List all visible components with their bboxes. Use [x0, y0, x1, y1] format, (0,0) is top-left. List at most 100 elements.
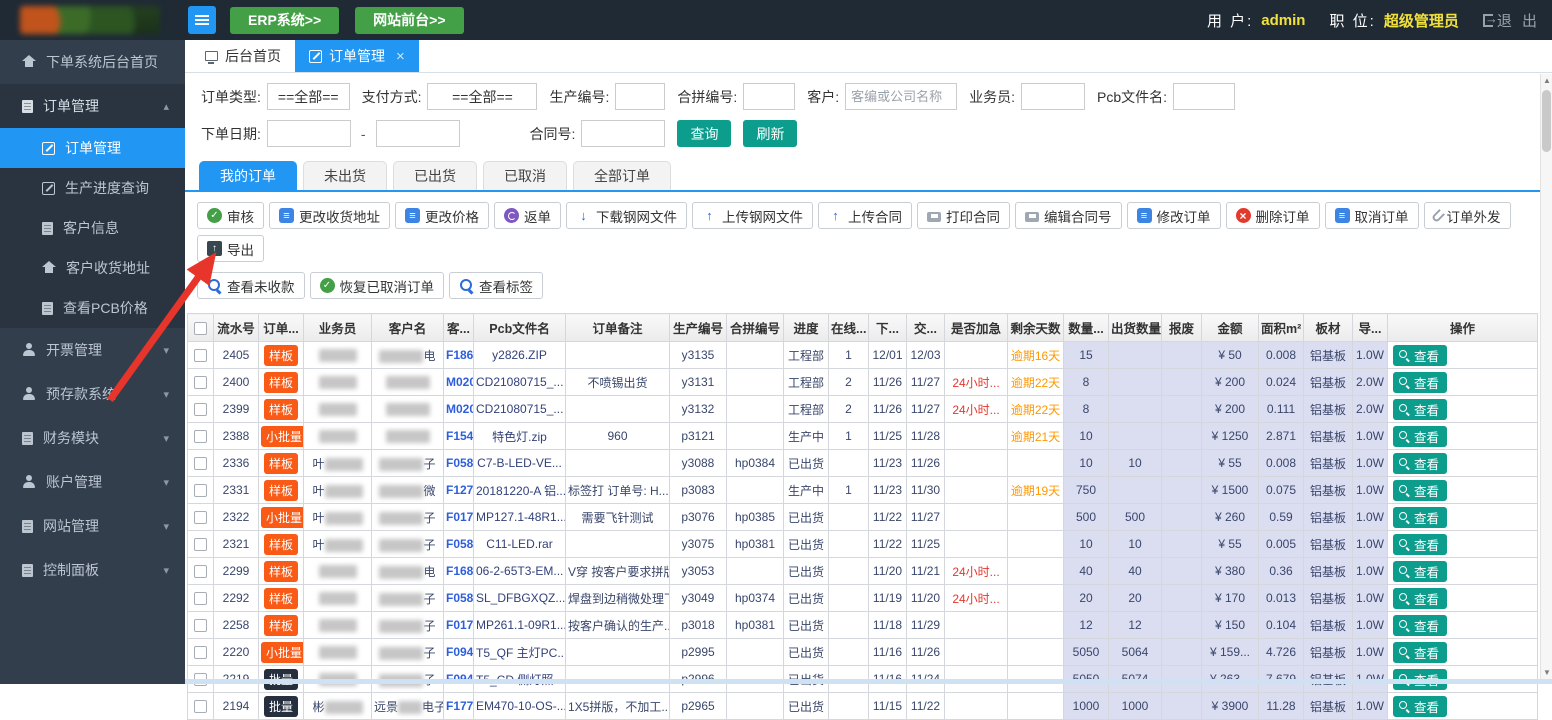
scroll-up-icon[interactable]: ▲ [1541, 74, 1552, 87]
sidebar-item-开票管理[interactable]: 开票管理▾ [0, 328, 185, 372]
scroll-down-icon[interactable]: ▼ [1541, 666, 1552, 679]
site-front-button[interactable]: 网站前台>> [355, 7, 463, 34]
customer-code-link[interactable]: F154 [446, 429, 473, 443]
search-button[interactable]: 查询 [677, 120, 731, 147]
menu-toggle-button[interactable] [188, 6, 216, 34]
toolbar-button-打印合同[interactable]: 打印合同 [917, 202, 1010, 229]
view-button[interactable]: 查看 [1393, 642, 1447, 663]
toolbar-button-下载钢网文件[interactable]: 下载钢网文件 [566, 202, 687, 229]
order-tab-未出货[interactable]: 未出货 [303, 161, 387, 190]
merge-no-input[interactable] [743, 83, 795, 110]
tab-close-icon[interactable]: × [396, 48, 405, 65]
toolbar-button-查看标签[interactable]: 查看标签 [449, 272, 543, 299]
sidebar-item-预存款系统[interactable]: 预存款系统▾ [0, 372, 185, 416]
customer-code-link[interactable]: M020 [446, 402, 474, 416]
view-button[interactable]: 查看 [1393, 372, 1447, 393]
vertical-scrollbar[interactable]: ▲ ▼ [1540, 74, 1552, 679]
order-tab-已出货[interactable]: 已出货 [393, 161, 477, 190]
row-checkbox[interactable] [194, 592, 207, 605]
toolbar-button-恢复已取消订单[interactable]: 恢复已取消订单 [310, 272, 445, 299]
toolbar-button-取消订单[interactable]: 取消订单 [1325, 202, 1419, 229]
row-checkbox[interactable] [194, 430, 207, 443]
pay-method-select[interactable]: ==全部== [427, 83, 537, 110]
prod-no-input[interactable] [615, 83, 665, 110]
row-checkbox[interactable] [194, 457, 207, 470]
sidebar-item-账户管理[interactable]: 账户管理▾ [0, 460, 185, 504]
toolbar-button-审核[interactable]: 审核 [197, 202, 264, 229]
order-remark-cell [566, 531, 670, 558]
header-checkbox[interactable] [194, 322, 207, 335]
horizontal-scrollbar[interactable] [185, 679, 1552, 684]
customer-input[interactable] [845, 83, 957, 110]
sidebar-item-财务模块[interactable]: 财务模块▾ [0, 416, 185, 460]
row-checkbox[interactable] [194, 700, 207, 713]
salesman-input[interactable] [1021, 83, 1085, 110]
view-button[interactable]: 查看 [1393, 588, 1447, 609]
toolbar-button-查看未收款[interactable]: 查看未收款 [197, 272, 305, 299]
view-button[interactable]: 查看 [1393, 345, 1447, 366]
customer-code-link[interactable]: F177 [446, 699, 473, 713]
view-button[interactable]: 查看 [1393, 696, 1447, 717]
erp-system-button[interactable]: ERP系统>> [230, 7, 339, 34]
tab-order-management[interactable]: 订单管理 × [295, 40, 419, 72]
row-checkbox[interactable] [194, 511, 207, 524]
row-checkbox[interactable] [194, 565, 207, 578]
row-checkbox[interactable] [194, 646, 207, 659]
order-date-from-input[interactable] [267, 120, 351, 147]
row-checkbox[interactable] [194, 376, 207, 389]
order-tab-已取消[interactable]: 已取消 [483, 161, 567, 190]
order-tab-我的订单[interactable]: 我的订单 [199, 161, 297, 190]
sidebar-subitem-订单管理[interactable]: 订单管理 [0, 128, 185, 168]
view-button[interactable]: 查看 [1393, 615, 1447, 636]
view-button[interactable]: 查看 [1393, 561, 1447, 582]
row-checkbox[interactable] [194, 484, 207, 497]
customer-code-link[interactable]: F127 [446, 483, 473, 497]
view-button[interactable]: 查看 [1393, 480, 1447, 501]
customer-code-link[interactable]: F186 [446, 348, 473, 362]
tab-backend-home[interactable]: 后台首页 [191, 40, 295, 72]
scrollbar-thumb[interactable] [1542, 90, 1551, 152]
sidebar-subitem-客户信息[interactable]: 客户信息 [0, 208, 185, 248]
order-tab-全部订单[interactable]: 全部订单 [573, 161, 671, 190]
customer-code-link[interactable]: F094 [446, 645, 473, 659]
toolbar-button-修改订单[interactable]: 修改订单 [1127, 202, 1221, 229]
customer-code-link[interactable]: F058 [446, 537, 473, 551]
customer-code-link[interactable]: M020 [446, 375, 474, 389]
customer-code-link[interactable]: F168 [446, 564, 473, 578]
sidebar-item-网站管理[interactable]: 网站管理▾ [0, 504, 185, 548]
view-button[interactable]: 查看 [1393, 426, 1447, 447]
toolbar-button-更改价格[interactable]: 更改价格 [395, 202, 489, 229]
view-button[interactable]: 查看 [1393, 399, 1447, 420]
row-checkbox[interactable] [194, 619, 207, 632]
order-type-select[interactable]: ==全部== [267, 83, 350, 110]
toolbar-button-删除订单[interactable]: 删除订单 [1226, 202, 1320, 229]
sidebar-subitem-客户收货地址[interactable]: 客户收货地址 [0, 248, 185, 288]
view-button[interactable]: 查看 [1393, 453, 1447, 474]
sidebar-item-控制面板[interactable]: 控制面板▾ [0, 548, 185, 592]
toolbar-button-订单外发[interactable]: 订单外发 [1424, 202, 1511, 229]
row-checkbox[interactable] [194, 403, 207, 416]
toolbar-button-更改收货地址[interactable]: 更改收货地址 [269, 202, 390, 229]
sidebar-item-订单管理[interactable]: 订单管理▴ [0, 84, 185, 128]
customer-code-link[interactable]: F058 [446, 456, 473, 470]
contract-no-input[interactable] [581, 120, 665, 147]
refresh-button[interactable]: 刷新 [743, 120, 797, 147]
toolbar-button-上传合同[interactable]: 上传合同 [818, 202, 912, 229]
toolbar-button-上传钢网文件[interactable]: 上传钢网文件 [692, 202, 813, 229]
toolbar-button-导出[interactable]: 导出 [197, 235, 264, 262]
view-button[interactable]: 查看 [1393, 534, 1447, 555]
sidebar-subitem-生产进度查询[interactable]: 生产进度查询 [0, 168, 185, 208]
row-checkbox[interactable] [194, 349, 207, 362]
toolbar-button-返单[interactable]: 返单 [494, 202, 561, 229]
order-date-to-input[interactable] [376, 120, 460, 147]
toolbar-button-编辑合同号[interactable]: 编辑合同号 [1015, 202, 1122, 229]
row-checkbox[interactable] [194, 538, 207, 551]
customer-code-link[interactable]: F017 [446, 618, 473, 632]
customer-code-link[interactable]: F058 [446, 591, 473, 605]
logout-button[interactable]: 退 出 [1483, 10, 1540, 31]
view-button[interactable]: 查看 [1393, 507, 1447, 528]
sidebar-item-下单系统后台首页[interactable]: 下单系统后台首页 [0, 40, 185, 84]
sidebar-subitem-查看PCB价格[interactable]: 查看PCB价格 [0, 288, 185, 328]
pcb-file-input[interactable] [1173, 83, 1235, 110]
customer-code-link[interactable]: F017 [446, 510, 473, 524]
